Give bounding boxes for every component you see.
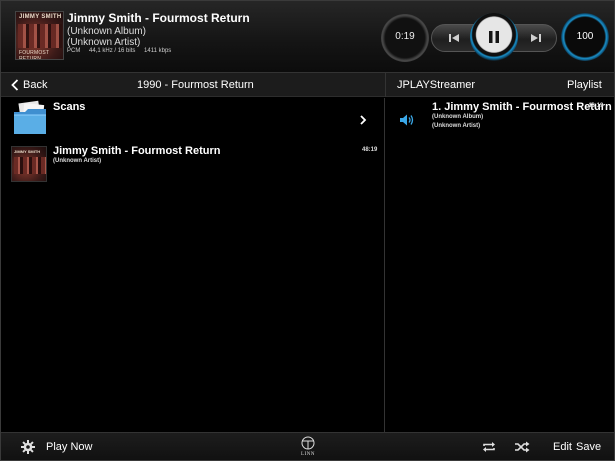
audio-format-info: PCM 44,1 kHz / 16 bits 1411 kbps [67,48,178,54]
previous-icon[interactable] [441,29,467,47]
elapsed-time-dial[interactable]: 0:19 [381,14,429,62]
playlist-pane: 1. Jimmy Smith - Fourmost Return (Unknow… [385,98,614,432]
album-art-title: JIMMY SMITH [19,14,62,20]
elapsed-time: 0:19 [395,31,415,42]
linn-logo-text: LINN [301,452,315,457]
playlist-item-album: (Unknown Album) [432,114,484,120]
pause-icon [489,31,499,43]
library-browser: Scans JIMMY SMITH Jimmy Smith - Fourmost… [1,98,384,432]
folder-label: Scans [53,101,86,113]
album-art-figures [18,24,62,48]
playlist-item-duration: 48:19 [588,103,604,109]
play-now-button[interactable]: Play Now [46,441,92,453]
now-playing-title: Jimmy Smith - Fourmost Return [67,11,250,25]
shuffle-icon[interactable] [514,441,530,453]
next-icon[interactable] [523,29,549,47]
list-item-folder[interactable]: Scans [1,98,384,142]
repeat-icon[interactable] [482,441,496,453]
track-thumbnail: JIMMY SMITH [11,146,47,182]
track-artist: (Unknown Artist) [53,158,102,164]
volume-level: 100 [576,31,594,42]
speaker-icon [400,114,414,126]
playlist-item[interactable]: 1. Jimmy Smith - Fourmost Return (Unknow… [385,98,614,138]
chevron-right-icon [360,115,367,125]
volume-dial[interactable]: 100 [561,13,609,61]
format-label: PCM [67,48,81,54]
nav-divider [385,73,386,97]
now-playing-artist: (Unknown Artist) [67,37,141,48]
navigation-bar: Back 1990 - Fourmost Return JPLAYStreame… [1,73,614,97]
album-art[interactable]: JIMMY SMITH FOURMOST RETURN [15,11,64,60]
edit-button[interactable]: Edit [553,441,572,453]
playlist-item-title: 1. Jimmy Smith - Fourmost Return [432,101,612,113]
playlist-heading: Playlist [567,79,602,91]
sample-rate-label: 44,1 kHz / 16 bits [89,48,136,54]
linn-logo-icon [301,436,315,450]
streamer-name[interactable]: JPLAYStreamer [397,79,475,91]
back-label: Back [23,79,48,91]
page-title: 1990 - Fourmost Return [137,79,254,91]
folder-icon [14,100,46,134]
playlist-item-artist: (Unknown Artist) [432,123,481,129]
thumbnail-figures [14,157,46,174]
save-button[interactable]: Save [576,441,601,453]
list-item-track[interactable]: JIMMY SMITH Jimmy Smith - Fourmost Retur… [1,142,384,182]
bottom-toolbar: Play Now LINN Edit Save [1,432,614,460]
gear-icon[interactable] [21,440,35,454]
track-title: Jimmy Smith - Fourmost Return [53,145,221,157]
linn-logo: LINN [297,435,319,459]
track-duration: 48:19 [362,147,378,153]
bitrate-label: 1411 kbps [144,48,172,54]
back-button[interactable]: Back [11,78,47,92]
album-art-subtitle: FOURMOST RETURN [19,50,50,60]
chevron-left-icon [11,79,19,91]
now-playing-album: (Unknown Album) [67,26,146,37]
thumbnail-title: JIMMY SMITH [14,149,41,154]
